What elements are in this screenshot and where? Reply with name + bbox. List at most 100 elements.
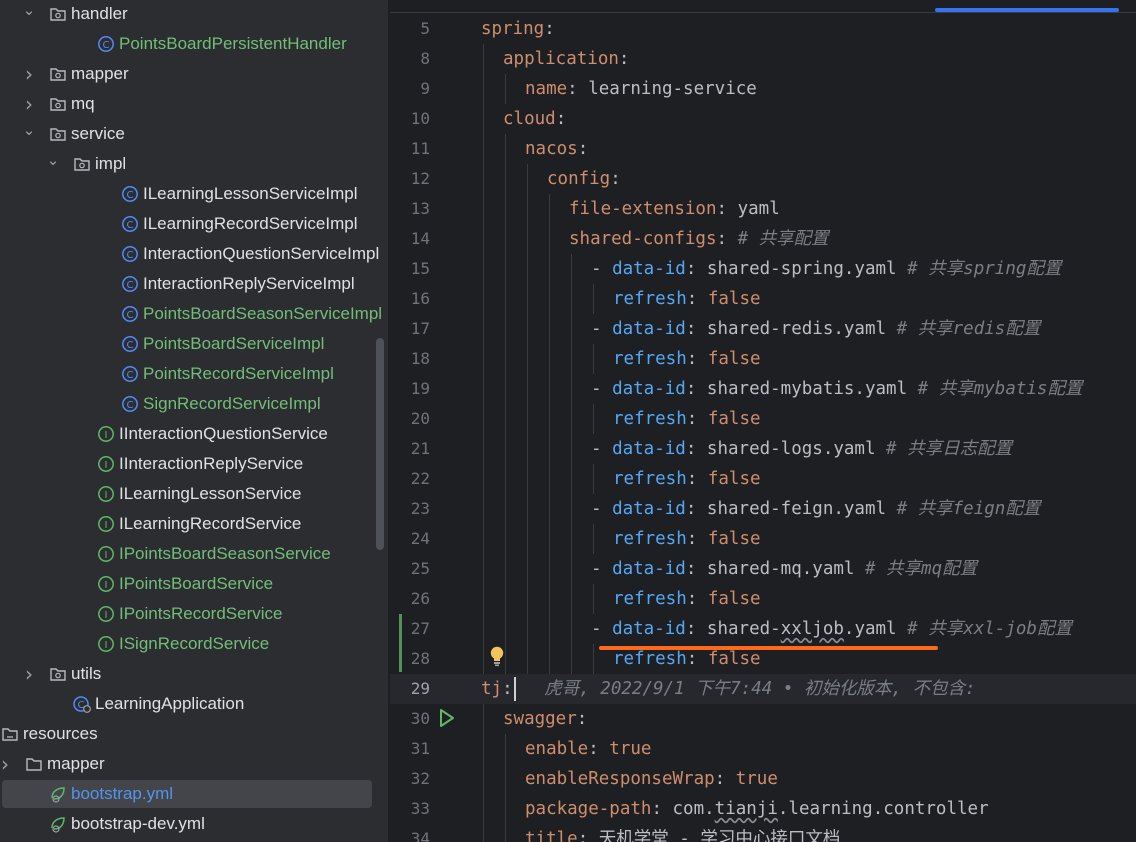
code-token: : bbox=[686, 289, 708, 309]
tree-item[interactable]: ⌄ service bbox=[0, 119, 388, 149]
code-line[interactable]: spring: bbox=[481, 14, 555, 44]
code-line[interactable]: - data-id: shared-xxljob.yaml # 共享xxl-jo… bbox=[591, 614, 1072, 644]
indent-guide bbox=[549, 284, 550, 314]
tree-item[interactable]: C SignRecordServiceImpl bbox=[0, 389, 388, 419]
tree-item[interactable]: bootstrap.yml bbox=[0, 779, 388, 809]
indent-guide bbox=[549, 254, 550, 284]
tree-item[interactable]: C PointsBoardServiceImpl bbox=[0, 329, 388, 359]
tree-item[interactable]: C PointsBoardSeasonServiceImpl bbox=[0, 299, 388, 329]
chevron-right-icon[interactable]: › bbox=[22, 59, 36, 89]
tree-item[interactable]: C InteractionReplyServiceImpl bbox=[0, 269, 388, 299]
code-line[interactable]: refresh: false bbox=[613, 404, 761, 434]
tree-item[interactable]: C LearningApplication bbox=[0, 689, 388, 719]
indent-guide bbox=[549, 584, 550, 614]
tree-item[interactable]: › utils bbox=[0, 659, 388, 689]
tree-item[interactable]: I IPointsRecordService bbox=[0, 599, 388, 629]
code-line[interactable]: - data-id: shared-redis.yaml # 共享redis配置 bbox=[591, 314, 1040, 344]
yaml-key: name bbox=[525, 79, 568, 99]
chevron-right-icon[interactable]: › bbox=[22, 659, 36, 689]
yaml-key: refresh bbox=[613, 349, 687, 369]
code-line[interactable]: enableResponseWrap: true bbox=[525, 764, 778, 794]
indent-guide bbox=[549, 344, 550, 374]
indent-guide bbox=[527, 404, 528, 434]
code-line[interactable]: file-extension: yaml bbox=[569, 194, 780, 224]
tree-item-label: mq bbox=[71, 94, 95, 113]
yaml-key: spring bbox=[481, 19, 545, 39]
code-line[interactable]: name: learning-service bbox=[525, 74, 757, 104]
code-line[interactable]: title: 天机学堂 - 学习中心接口文档 bbox=[525, 824, 840, 842]
code-line[interactable]: - data-id: shared-mybatis.yaml # 共享mybat… bbox=[591, 374, 1082, 404]
tree-item[interactable]: C InteractionQuestionServiceImpl bbox=[0, 239, 388, 269]
tree-item[interactable]: › mapper bbox=[0, 749, 388, 779]
tree-item[interactable]: I ILearningLessonService bbox=[0, 479, 388, 509]
tree-item[interactable]: ⌄ impl bbox=[0, 149, 388, 179]
code-line[interactable]: refresh: false bbox=[613, 464, 761, 494]
code-token: : bbox=[577, 139, 589, 159]
line-number: 14 bbox=[410, 229, 430, 248]
code-token: shared-spring.yaml bbox=[706, 259, 908, 279]
code-line[interactable]: - data-id: shared-logs.yaml # 共享日志配置 bbox=[591, 434, 1012, 464]
tree-item[interactable]: › mapper bbox=[0, 59, 388, 89]
tree-item[interactable]: I ILearningRecordService bbox=[0, 509, 388, 539]
code-token: xxljob bbox=[780, 619, 844, 639]
code-token: : bbox=[686, 529, 708, 549]
tree-item[interactable]: C ILearningLessonServiceImpl bbox=[0, 179, 388, 209]
indent-guide bbox=[527, 164, 528, 194]
code-line[interactable]: config: bbox=[547, 164, 621, 194]
indent-guide bbox=[549, 524, 550, 554]
code-token: : bbox=[685, 499, 707, 519]
lightbulb-icon[interactable] bbox=[489, 645, 505, 667]
code-line[interactable]: tj: 虎哥, 2022/9/1 下午7:44 • 初始化版本, 不包含: bbox=[481, 674, 976, 704]
code-token: : bbox=[618, 49, 630, 69]
tree-item[interactable]: I ISignRecordService bbox=[0, 629, 388, 659]
code-line[interactable]: nacos: bbox=[525, 134, 588, 164]
code-line[interactable]: refresh: false bbox=[613, 584, 761, 614]
class-icon: C bbox=[121, 395, 139, 413]
interface-icon: I bbox=[97, 455, 115, 473]
tree-item-label: IInteractionReplyService bbox=[119, 454, 304, 473]
interface-icon: I bbox=[97, 485, 115, 503]
tree-item[interactable]: C PointsBoardPersistentHandler bbox=[0, 29, 388, 59]
run-gutter-icon[interactable] bbox=[438, 708, 456, 728]
code-line[interactable]: refresh: false bbox=[613, 524, 761, 554]
code-editor[interactable]: 5 8 9 10 11 12 13 14 15 16 17 18 19 20 21 22 23 24 25 26 27 2… bbox=[390, 0, 1136, 842]
tree-item[interactable]: › mq bbox=[0, 89, 388, 119]
indent-guide bbox=[483, 644, 484, 674]
code-line[interactable]: enable: true bbox=[525, 734, 651, 764]
tree-item[interactable]: ⌄ handler bbox=[0, 0, 388, 29]
code-line[interactable]: refresh: false bbox=[613, 284, 761, 314]
code-line[interactable]: application: bbox=[503, 44, 629, 74]
tree-item[interactable]: C ILearningRecordServiceImpl bbox=[0, 209, 388, 239]
tree-scrollbar[interactable] bbox=[376, 338, 384, 550]
tree-item[interactable]: I IInteractionQuestionService bbox=[0, 419, 388, 449]
indent-guide bbox=[483, 764, 484, 794]
line-number: 16 bbox=[410, 289, 430, 308]
chevron-down-icon[interactable]: ⌄ bbox=[22, 119, 36, 149]
code-token: - bbox=[591, 499, 613, 519]
code-line[interactable]: shared-configs: # 共享配置 bbox=[569, 224, 829, 254]
yaml-key: cloud bbox=[503, 109, 556, 129]
code-line[interactable]: - data-id: shared-spring.yaml # 共享spring… bbox=[591, 254, 1061, 284]
tree-item[interactable]: I IPointsBoardService bbox=[0, 569, 388, 599]
chevron-right-icon[interactable]: › bbox=[22, 89, 36, 119]
tree-item[interactable]: I IInteractionReplyService bbox=[0, 449, 388, 479]
code-line[interactable]: package-path: com.tianji.learning.contro… bbox=[525, 794, 989, 824]
package-folder-icon bbox=[73, 155, 91, 173]
tree-item[interactable]: C PointsRecordServiceImpl bbox=[0, 359, 388, 389]
chevron-right-icon[interactable]: › bbox=[0, 749, 12, 779]
svg-text:C: C bbox=[127, 280, 134, 291]
indent-guide bbox=[527, 584, 528, 614]
code-line[interactable]: cloud: bbox=[503, 104, 566, 134]
code-line[interactable]: refresh: false bbox=[613, 344, 761, 374]
tree-item[interactable]: ⌄resources bbox=[0, 719, 388, 749]
code-line[interactable]: swagger: bbox=[503, 704, 587, 734]
indent-guide bbox=[505, 614, 506, 644]
chevron-down-icon[interactable]: ⌄ bbox=[46, 149, 60, 179]
code-token: .learning.controller bbox=[777, 799, 989, 819]
tree-item[interactable]: I IPointsBoardSeasonService bbox=[0, 539, 388, 569]
code-line[interactable]: - data-id: shared-mq.yaml # 共享mq配置 bbox=[591, 554, 977, 584]
chevron-down-icon[interactable]: ⌄ bbox=[22, 0, 36, 29]
code-line[interactable]: - data-id: shared-feign.yaml # 共享feign配置 bbox=[591, 494, 1040, 524]
indent-guide bbox=[549, 614, 550, 644]
tree-item[interactable]: bootstrap-dev.yml bbox=[0, 809, 388, 839]
